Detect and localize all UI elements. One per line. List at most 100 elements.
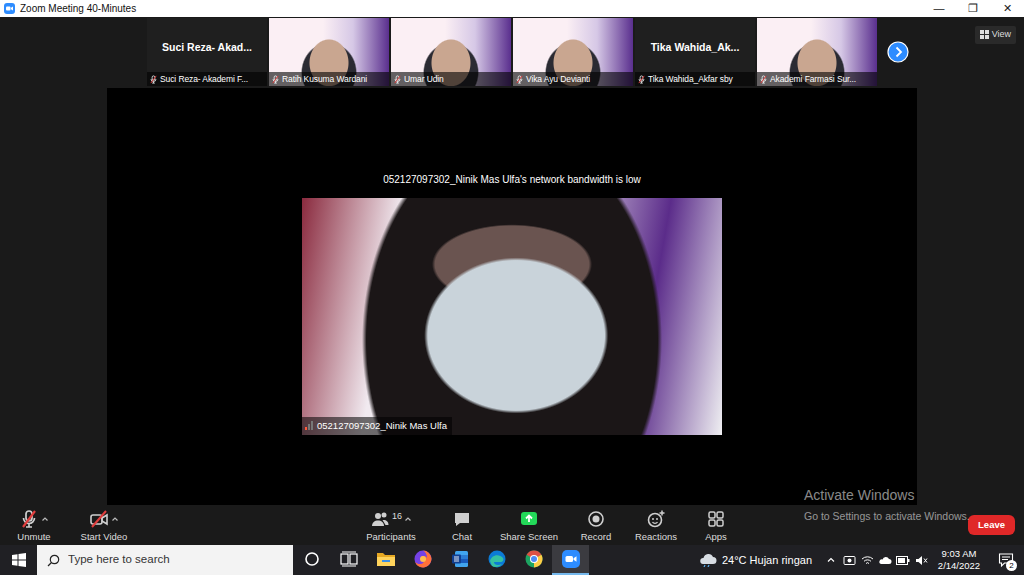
clock[interactable]: 9:03 AM2/14/2022 bbox=[930, 548, 988, 572]
record-button[interactable]: Record bbox=[563, 505, 629, 545]
muted-mic-icon bbox=[515, 75, 524, 84]
toolbar-left: Unmute Start Video bbox=[0, 505, 140, 545]
participant-name: Tika Wahida_Ak... bbox=[635, 18, 755, 72]
participant-label: Tika Wahida_Akfar sby bbox=[635, 72, 755, 86]
activation-watermark: Activate WindowsGo to Settings to activa… bbox=[804, 487, 970, 522]
toolbar-label: Unmute bbox=[17, 531, 50, 542]
battery-icon bbox=[896, 556, 910, 565]
explorer-icon bbox=[376, 551, 396, 567]
apps-button[interactable]: Apps bbox=[683, 505, 749, 545]
participant-label-text: Suci Reza- Akademi F... bbox=[160, 73, 248, 86]
clock-time: 9:03 AM bbox=[930, 548, 988, 560]
caret-up-icon bbox=[404, 515, 412, 523]
strip-spacer bbox=[0, 18, 147, 88]
camera-button[interactable]: Start Video bbox=[68, 505, 140, 545]
meeting-toolbar: Unmute Start Video 16Participants Chat Share… bbox=[0, 505, 1024, 545]
taskbar: 24°C Hujan ringan 9:03 AM2/14/2022 2 bbox=[0, 545, 1024, 575]
participant-label: Vika Ayu Devianti bbox=[513, 72, 633, 86]
tray-item[interactable] bbox=[858, 545, 876, 575]
window-control[interactable]: ❐ bbox=[956, 0, 990, 17]
participant-label: Suci Reza- Akademi F... bbox=[147, 72, 267, 86]
muted-mic-icon bbox=[393, 75, 402, 84]
notification-count: 2 bbox=[1006, 560, 1017, 571]
gallery-strip: Suci Reza- Akad...Suci Reza- Akademi F..… bbox=[0, 17, 1024, 88]
chat-button[interactable]: Chat bbox=[429, 505, 495, 545]
tray-item[interactable] bbox=[876, 545, 894, 575]
camera-icon bbox=[89, 509, 109, 529]
speaker-muted-icon bbox=[915, 555, 928, 566]
leave-button[interactable]: Leave bbox=[968, 515, 1015, 535]
toolbar-center: 16Participants Chat Share ScreenRecordReac… bbox=[353, 505, 749, 545]
toolbar-icon-row bbox=[19, 509, 49, 529]
tray-item[interactable] bbox=[822, 545, 840, 575]
wifi-icon bbox=[861, 555, 874, 566]
speaker-name: 052127097302_Ninik Mas Ulfa bbox=[317, 419, 447, 433]
start-button[interactable] bbox=[0, 545, 37, 575]
participant-tile[interactable]: Vika Ayu Devianti bbox=[513, 18, 633, 86]
window-title: Zoom Meeting 40-Minutes bbox=[20, 0, 922, 17]
taskbar-app[interactable] bbox=[330, 545, 367, 575]
mic-button[interactable]: Unmute bbox=[0, 505, 68, 545]
tray-item[interactable] bbox=[894, 545, 912, 575]
record-icon bbox=[586, 509, 606, 529]
search-icon bbox=[47, 554, 60, 567]
weather-text: 24°C Hujan ringan bbox=[722, 552, 812, 569]
participant-count: 16 bbox=[392, 510, 402, 524]
participant-label: Umar Udin bbox=[391, 72, 511, 86]
window-control[interactable]: ✕ bbox=[990, 0, 1024, 17]
tray-item[interactable] bbox=[840, 545, 858, 575]
participant-tile[interactable]: Ratih Kusuma Wardani bbox=[269, 18, 389, 86]
participant-label-text: Vika Ayu Devianti bbox=[526, 73, 590, 86]
meet-now-icon bbox=[843, 555, 856, 566]
meeting-area: Suci Reza- Akad...Suci Reza- Akademi F..… bbox=[0, 17, 1024, 545]
muted-mic-icon bbox=[149, 75, 158, 84]
taskbar-app[interactable] bbox=[367, 545, 404, 575]
participant-tile[interactable]: Suci Reza- Akad...Suci Reza- Akademi F..… bbox=[147, 18, 267, 86]
taskview-icon bbox=[340, 551, 358, 567]
share-button[interactable]: Share Screen bbox=[495, 505, 563, 545]
taskbar-app[interactable] bbox=[552, 545, 589, 575]
view-button[interactable]: View bbox=[975, 26, 1016, 44]
taskbar-app[interactable] bbox=[515, 545, 552, 575]
muted-mic-icon bbox=[759, 75, 768, 84]
participant-tile[interactable]: Akademi Farmasi Sur... bbox=[757, 18, 877, 86]
search-box[interactable] bbox=[37, 545, 293, 575]
participant-label-text: Akademi Farmasi Sur... bbox=[770, 73, 856, 86]
zoom-icon bbox=[561, 549, 581, 569]
tray-item[interactable] bbox=[912, 545, 930, 575]
toolbar-icon-row bbox=[89, 509, 119, 529]
participant-label-text: Ratih Kusuma Wardani bbox=[282, 73, 367, 86]
muted-mic-icon bbox=[271, 75, 280, 84]
weather-widget[interactable]: 24°C Hujan ringan bbox=[699, 552, 822, 569]
notification-button[interactable]: 2 bbox=[988, 545, 1024, 575]
participants-icon bbox=[370, 509, 390, 529]
chrome-icon bbox=[524, 549, 544, 569]
reactions-button[interactable]: Reactions bbox=[629, 505, 683, 545]
search-input[interactable] bbox=[68, 551, 293, 568]
edge-icon bbox=[487, 549, 507, 569]
participant-tile[interactable]: Umar Udin bbox=[391, 18, 511, 86]
caret-up-icon bbox=[41, 515, 49, 523]
participant-name: Suci Reza- Akad... bbox=[147, 18, 267, 72]
toolbar-label: Chat bbox=[452, 531, 472, 542]
watermark-subtitle: Go to Settings to activate Windows. bbox=[804, 510, 970, 522]
participant-tile[interactable]: Tika Wahida_Ak...Tika Wahida_Akfar sby bbox=[635, 18, 755, 86]
participant-video bbox=[391, 18, 511, 72]
window-control[interactable]: — bbox=[922, 0, 956, 17]
zoom-logo-icon bbox=[4, 3, 15, 14]
muted-mic-icon bbox=[637, 75, 646, 84]
participant-label-text: Tika Wahida_Akfar sby bbox=[648, 73, 733, 86]
view-label: View bbox=[992, 28, 1011, 42]
signal-strength-icon bbox=[305, 421, 314, 430]
taskbar-app[interactable] bbox=[441, 545, 478, 575]
word-icon bbox=[451, 550, 469, 568]
caret-up-icon bbox=[111, 515, 119, 523]
next-page-icon bbox=[887, 41, 909, 63]
taskbar-app[interactable] bbox=[293, 545, 330, 575]
taskbar-app[interactable] bbox=[404, 545, 441, 575]
participants-button[interactable]: 16Participants bbox=[353, 505, 429, 545]
toolbar-label: Apps bbox=[705, 531, 727, 542]
stage-wrapper: 052127097302_Ninik Mas Ulfa's network ba… bbox=[0, 88, 1024, 505]
taskbar-app[interactable] bbox=[478, 545, 515, 575]
title-bar: Zoom Meeting 40-Minutes—❐✕ bbox=[0, 0, 1024, 17]
